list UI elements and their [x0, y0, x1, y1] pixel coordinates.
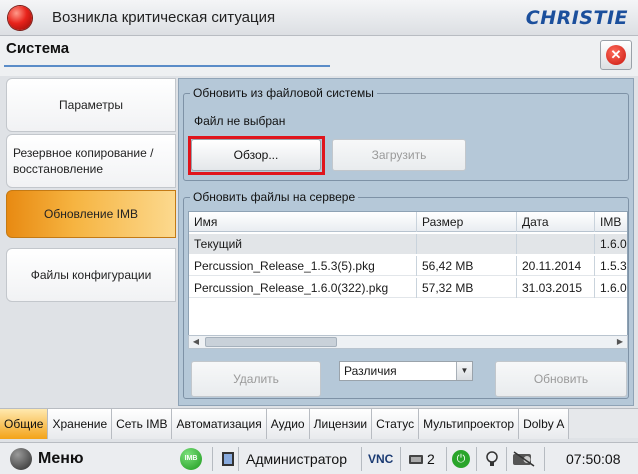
tab-storage[interactable]: Хранение [48, 409, 113, 439]
cell-name: Percussion_Release_1.6.0(322).pkg [189, 278, 417, 298]
title-underline [4, 65, 330, 67]
section-header: Система ✕ [0, 36, 638, 76]
cell-imb: 1.6.0( [600, 281, 628, 295]
status-red-icon[interactable] [8, 6, 32, 30]
filter-select-value: Различия [344, 364, 397, 378]
cell-date [517, 234, 595, 254]
table-row[interactable]: Percussion_Release_1.6.0(322).pkg 57,32 … [189, 278, 628, 298]
separator [446, 443, 447, 474]
horizontal-scrollbar[interactable]: ◀ ▶ [188, 335, 628, 349]
scroll-thumb[interactable] [205, 337, 337, 347]
separator [400, 443, 401, 474]
left-navigation: Параметры Резервное копирование / восста… [0, 76, 178, 406]
cell-size [417, 234, 517, 254]
bottom-tab-bar: Общие Хранение Сеть IMB Автоматизация Ау… [0, 408, 638, 439]
cell-name: Текущий [189, 234, 417, 254]
tab-multiprojector[interactable]: Мультипроектор [419, 409, 520, 439]
sessions-icon [409, 455, 423, 464]
tab-dolby[interactable]: Dolby A [519, 409, 570, 439]
brand-logo: CHRISTIE [525, 7, 628, 29]
power-button[interactable]: ⏻ [452, 443, 470, 474]
separator [506, 443, 507, 474]
server-group-title: Обновить файлы на сервере [190, 190, 359, 204]
window-title: Возникла критическая ситуация [52, 9, 276, 26]
nav-item-label: Файлы конфигурации [30, 268, 152, 282]
upload-button[interactable]: Загрузить [332, 139, 466, 171]
nav-item-backup-restore[interactable]: Резервное копирование / восстановление [6, 134, 176, 188]
separator [238, 443, 239, 474]
column-header-date[interactable]: Дата [517, 212, 595, 232]
clock: 07:50:08 [566, 451, 621, 467]
imb-status[interactable]: IMB [180, 443, 202, 474]
close-icon: ✕ [606, 45, 626, 65]
bulb-button[interactable] [484, 443, 500, 474]
nav-item-config-files[interactable]: Файлы конфигурации [6, 248, 176, 302]
title-bar: Возникла критическая ситуация CHRISTIE [0, 0, 638, 36]
scroll-left-icon[interactable]: ◀ [189, 336, 203, 348]
cell-imb: 1.5.3( [600, 259, 628, 273]
cell-size: 56,42 MB [417, 256, 517, 276]
tab-general[interactable]: Общие [0, 409, 49, 439]
menu-button[interactable]: Меню [10, 443, 84, 474]
cell-size: 57,32 MB [417, 278, 517, 298]
tab-imb-network[interactable]: Сеть IMB [112, 409, 173, 439]
no-file-status: Файл не выбран [194, 114, 286, 128]
nav-item-parameters[interactable]: Параметры [6, 78, 176, 132]
vnc-icon[interactable]: VNC [368, 443, 393, 474]
nav-item-imb-update[interactable]: Обновление IMB [6, 190, 176, 238]
filter-select[interactable]: Различия ▼ [339, 361, 473, 381]
tab-licenses[interactable]: Лицензии [309, 409, 373, 439]
monitor-icon[interactable] [220, 443, 236, 474]
nav-item-label: Резервное копирование / восстановление [13, 146, 154, 176]
update-button[interactable]: Обновить [495, 361, 627, 397]
column-header-name[interactable]: Имя [189, 212, 417, 232]
page-title: Система [6, 40, 70, 57]
delete-button[interactable]: Удалить [191, 361, 321, 397]
separator [361, 443, 362, 474]
cell-name: Percussion_Release_1.5.3(5).pkg [189, 256, 417, 276]
table-header: Имя Размер Дата IMB [189, 212, 627, 232]
projector-icon [513, 451, 535, 467]
table-row[interactable]: Percussion_Release_1.5.3(5).pkg 56,42 MB… [189, 256, 628, 276]
close-button[interactable]: ✕ [600, 40, 632, 70]
nav-item-label: Параметры [59, 98, 123, 112]
status-bar: Меню IMB Администратор VNC 2 ⏻ 07:50:08 [0, 442, 638, 474]
highlight-frame [188, 136, 325, 175]
nav-item-label: Обновление IMB [44, 207, 138, 221]
main-panel: Обновить из файловой системы Файл не выб… [178, 78, 634, 406]
menu-logo-icon [10, 448, 32, 470]
column-header-imb[interactable]: IMB [595, 212, 627, 232]
update-files-table: Имя Размер Дата IMB Текущий 1.6.0( Percu… [188, 211, 628, 347]
sessions-count: 2 [427, 451, 435, 467]
tab-status[interactable]: Статус [372, 409, 420, 439]
scroll-right-icon[interactable]: ▶ [613, 336, 627, 348]
menu-label: Меню [38, 450, 84, 467]
filesystem-group-title: Обновить из файловой системы [190, 86, 377, 100]
column-header-size[interactable]: Размер [417, 212, 517, 232]
cell-imb: 1.6.0( [600, 237, 628, 251]
cell-date: 31.03.2015 [517, 278, 595, 298]
tab-automation[interactable]: Автоматизация [172, 409, 267, 439]
separator [476, 443, 477, 474]
table-row-current[interactable]: Текущий 1.6.0( [189, 234, 628, 254]
cell-date: 20.11.2014 [517, 256, 595, 276]
separator [212, 443, 213, 474]
bulb-icon [486, 451, 498, 466]
power-icon: ⏻ [452, 450, 470, 468]
projector-button[interactable] [512, 443, 536, 474]
separator [544, 443, 545, 474]
chevron-down-icon[interactable]: ▼ [456, 362, 472, 380]
imb-status-icon: IMB [180, 448, 202, 470]
sessions-indicator[interactable]: 2 [408, 443, 435, 474]
user-name[interactable]: Администратор [246, 443, 347, 474]
tab-audio[interactable]: Аудио [266, 409, 310, 439]
